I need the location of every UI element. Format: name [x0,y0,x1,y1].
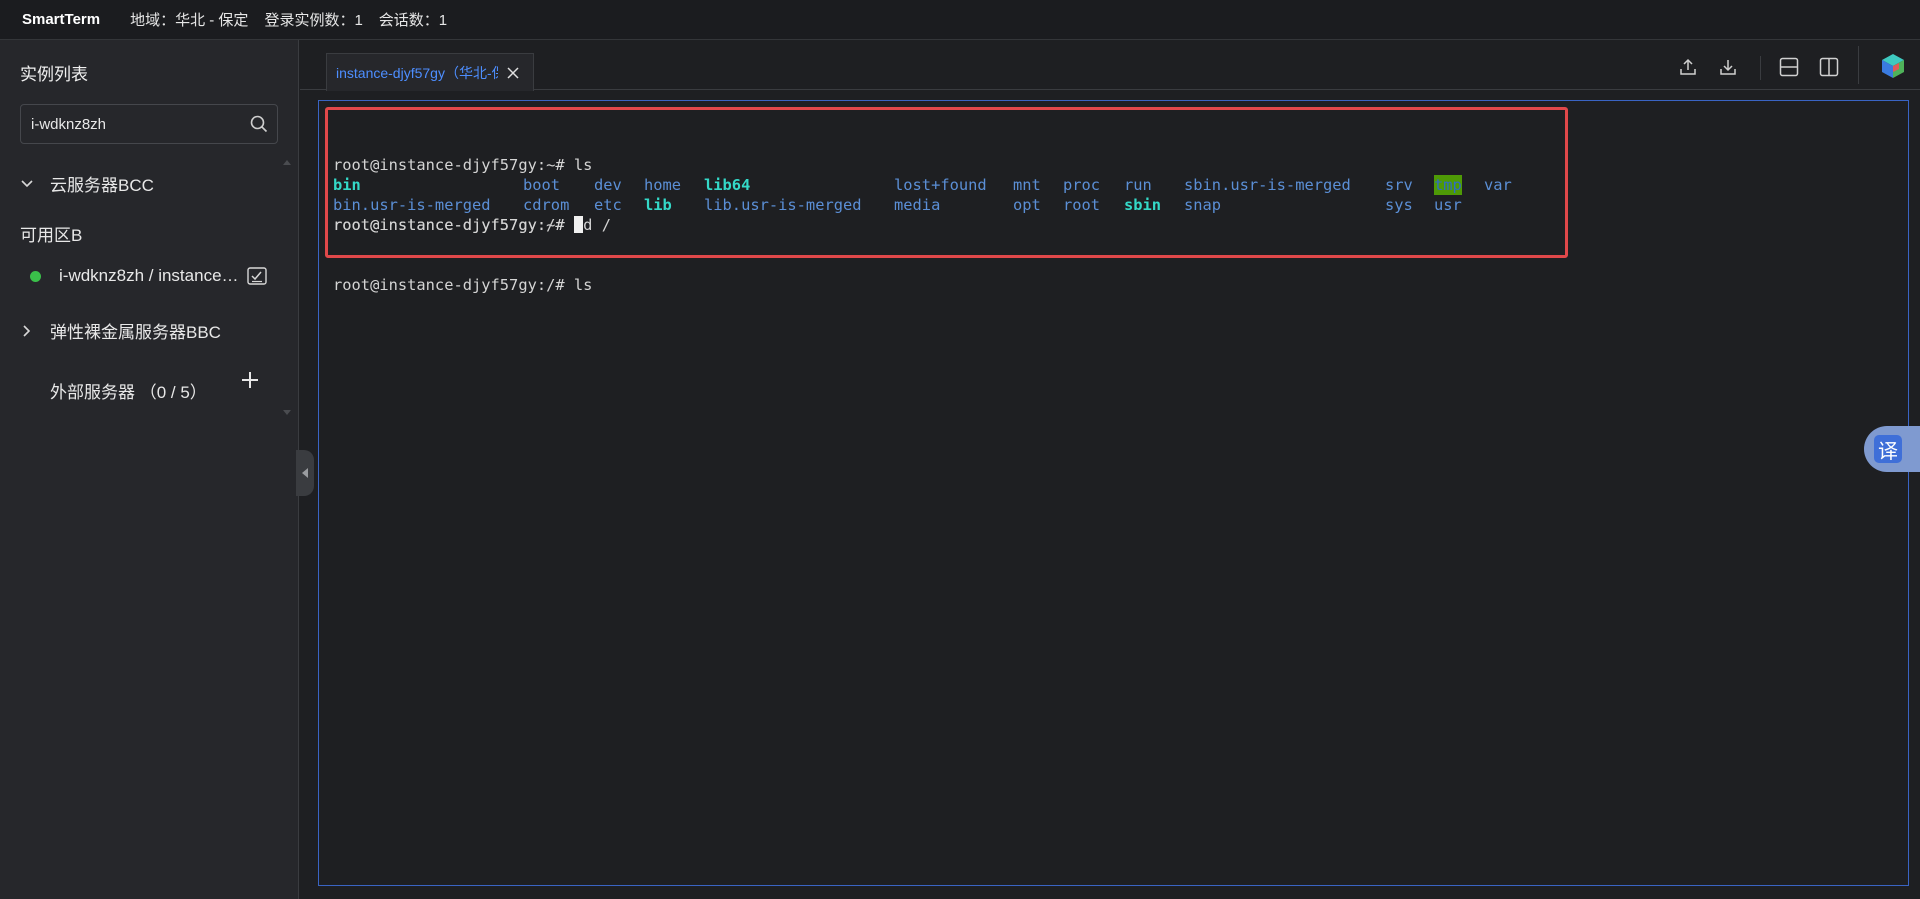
toolbar-divider-2 [1858,46,1859,84]
top-bar: SmartTerm 地域：华北 - 保定 登录实例数：1 会话数：1 [0,0,1920,40]
split-horizontal-icon[interactable] [1775,53,1803,81]
chevron-right-icon [20,324,44,338]
tab-instance[interactable]: instance-djyf57gy（华北-保定） [326,53,534,91]
upload-icon[interactable] [1674,53,1702,81]
ls-entry: run [1124,176,1152,194]
ls-entry: mnt [1013,176,1041,194]
ls-entry: dev [594,176,622,194]
sessions-count: 会话数：1 [378,12,448,29]
toolbar-divider [1760,56,1761,80]
ls-entry: usr [1434,196,1462,214]
group-bbc[interactable]: 弹性裸金属服务器BBC [20,318,221,343]
ls-entry: lib.usr-is-merged [704,196,862,214]
terminal-check-icon[interactable] [247,267,267,285]
app-brand: SmartTerm [22,11,101,28]
ls-entry: root [1063,196,1101,214]
add-external-server-button[interactable] [240,367,260,395]
scroll-up-arrow[interactable] [283,160,291,165]
collapse-arrow-icon [302,468,308,478]
instance-search-box[interactable] [20,104,278,144]
group-bcc-label: 云服务器BCC [50,176,154,195]
chevron-down-icon [20,177,44,191]
close-icon[interactable] [506,66,520,80]
status-dot [30,270,41,282]
ls-entry: bin.usr-is-merged [333,196,491,214]
translate-icon: 译 [1874,435,1902,463]
ls-entry: var [1484,176,1512,194]
group-bcc[interactable]: 云服务器BCC [20,171,154,196]
ls-entry: home [644,176,682,194]
instance-item[interactable]: i-wdknz8zh / instance-djyf57gy [30,266,270,286]
scroll-down-arrow[interactable] [283,410,291,415]
group-bbc-label: 弹性裸金属服务器BBC [50,323,221,342]
terminal-prompt: root@instance-djyf57gy:/# [333,216,574,234]
ls-entry: snap [1184,196,1222,214]
ls-entry: opt [1013,196,1041,214]
download-icon[interactable] [1714,53,1742,81]
ls-entry: cdrom [523,196,570,214]
region-info: 地域：华北 - 保定 [130,12,249,29]
ls-entry: srv [1385,176,1413,194]
ls-entry: lib64 [704,176,751,194]
sidebar-collapse-handle[interactable] [296,450,314,496]
split-vertical-icon[interactable] [1815,53,1843,81]
ls-entry: bin [333,176,361,194]
sidebar-title: 实例列表 [20,65,88,84]
ls-entry: sys [1385,196,1413,214]
ls-entry: lib [644,196,672,214]
ls-entry: media [894,196,941,214]
sidebar: 实例列表 云服务器BCC 可用区B i-wdknz8zh / instance-… [0,40,299,899]
ls-output-row-1: bin boot dev home lib64 lost+found mnt p… [333,175,1573,195]
external-servers-label: 外部服务器 （0 / 5） [50,383,207,402]
terminal-prompt-line[interactable]: root@instance-djyf57gy:/# [333,215,583,235]
ls-entry: etc [594,196,622,214]
tab-instance-label: instance-djyf57gy（华北-保定） [336,64,498,81]
terminal-line: root@instance-djyf57gy:~# ls [333,156,593,174]
ls-entry: lost+found [894,176,987,194]
terminal-cursor [573,216,583,233]
translate-button[interactable]: 译 [1864,426,1920,472]
ls-entry: boot [523,176,561,194]
instance-search-input[interactable] [21,115,241,133]
instance-item-label: i-wdknz8zh / instance-djyf57gy [59,266,241,285]
search-icon[interactable] [241,115,277,133]
login-instances-count: 登录实例数：1 [264,12,363,29]
ls-entry: sbin [1124,196,1162,214]
ls-entry: sbin.usr-is-merged [1184,176,1351,194]
ls-entry-tmp: tmp [1434,175,1462,195]
terminal-line: root@instance-djyf57gy:/# ls [333,276,593,294]
zone-label: 可用区B [20,226,83,245]
ls-output-row-2: bin.usr-is-merged cdrom etc lib lib.usr-… [333,195,1573,215]
ls-entry: proc [1063,176,1101,194]
app-logo-icon[interactable] [1877,50,1909,82]
